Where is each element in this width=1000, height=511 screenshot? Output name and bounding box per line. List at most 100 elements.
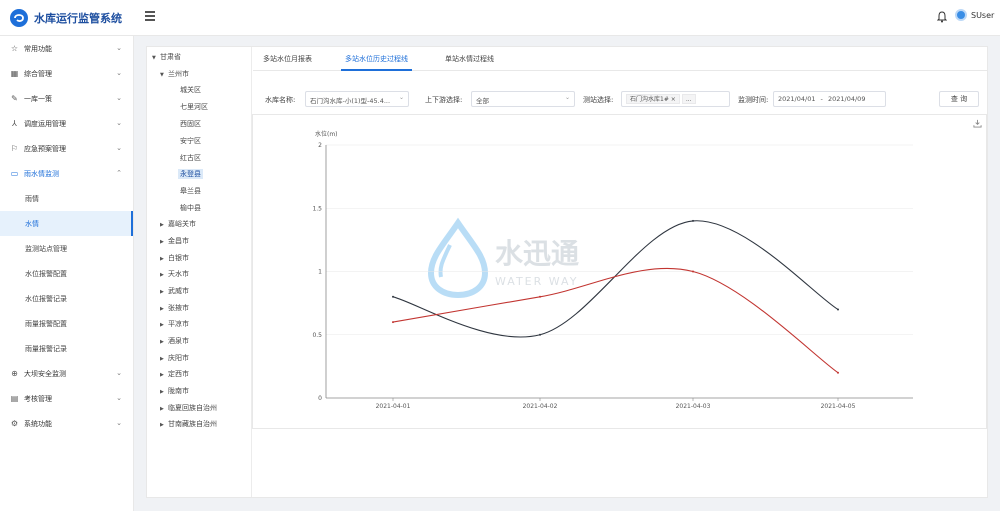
sidebar-subitem-level-alarm-config[interactable]: 水位报警配置 bbox=[0, 261, 133, 286]
station-select[interactable]: 石门沟水库1# ×... bbox=[621, 91, 730, 107]
tree-node-district[interactable]: 皋兰县 bbox=[180, 186, 201, 196]
logo[interactable]: 水库运行监管系统 bbox=[0, 0, 134, 36]
sidebar-subitem-stations[interactable]: 监测站点管理 bbox=[0, 236, 133, 261]
sidebar-item-dam-safety[interactable]: ⊕ 大坝安全监测 ⌄ bbox=[0, 361, 133, 386]
tree-node-city[interactable]: ▶ 金昌市 bbox=[160, 236, 189, 246]
station-more-tag: ... bbox=[681, 94, 696, 104]
tree-node-city[interactable]: ▶ 白银市 bbox=[160, 253, 189, 263]
caret-right-icon: ▶ bbox=[160, 272, 164, 278]
tree-node-district[interactable]: 七里河区 bbox=[180, 102, 208, 112]
date-range-picker[interactable]: 2021/04/01 - 2021/04/09 bbox=[773, 91, 886, 107]
tree-node-district[interactable]: 榆中县 bbox=[180, 203, 201, 213]
tree-node-city[interactable]: ▼ 兰州市 bbox=[160, 69, 189, 79]
chevron-down-icon: ⌄ bbox=[116, 369, 122, 377]
tree-node-district[interactable]: 西固区 bbox=[180, 119, 201, 129]
tree-node-city[interactable]: ▶ 平凉市 bbox=[160, 319, 189, 329]
tab-monthly-report[interactable]: 多站水位月报表 bbox=[263, 54, 312, 64]
caret-right-icon: ▶ bbox=[160, 306, 164, 312]
tree-node-city[interactable]: ▶ 酒泉市 bbox=[160, 336, 189, 346]
tree-node-district-selected[interactable]: 永登县 bbox=[178, 169, 203, 179]
series-line bbox=[392, 267, 839, 374]
tree-node-city[interactable]: ▶ 定西市 bbox=[160, 369, 189, 379]
x-tick-label: 2021-04-02 bbox=[523, 403, 558, 410]
tree-node-district[interactable]: 城关区 bbox=[180, 85, 201, 95]
sidebar-subitem-water[interactable]: 水情 bbox=[0, 211, 133, 236]
tree-node-label: 嘉峪关市 bbox=[168, 220, 196, 228]
tree-node-label: 兰州市 bbox=[168, 70, 189, 78]
sidebar-subitem-rain-alarm-log[interactable]: 雨量报警记录 bbox=[0, 336, 133, 361]
caret-right-icon: ▶ bbox=[160, 222, 164, 228]
sidebar-subitem-level-alarm-log[interactable]: 水位报警记录 bbox=[0, 286, 133, 311]
flag-icon: ⚐ bbox=[10, 144, 19, 153]
tree-node-province[interactable]: ▼ 甘肃省 bbox=[152, 52, 181, 62]
station-tag-label: 石门沟水库1# bbox=[630, 96, 669, 103]
caret-right-icon: ▶ bbox=[160, 372, 164, 378]
chevron-down-icon: ⌄ bbox=[116, 394, 122, 402]
sidebar-item-assessment[interactable]: ▤ 考核管理 ⌄ bbox=[0, 386, 133, 411]
series-line bbox=[392, 220, 839, 338]
tree-node-district[interactable]: 红古区 bbox=[180, 153, 201, 163]
sidebar-item-label: 监测站点管理 bbox=[25, 244, 67, 253]
logo-icon bbox=[10, 9, 28, 27]
tree-node-label: 定西市 bbox=[168, 370, 189, 378]
date-end: 2021/04/09 bbox=[827, 95, 866, 103]
tree-node-city[interactable]: ▶ 陇南市 bbox=[160, 386, 189, 396]
reservoir-select[interactable]: 石门沟水库-小(1)型-45.4... ⌄ bbox=[305, 91, 409, 107]
tree-node-label: 酒泉市 bbox=[168, 337, 189, 345]
sidebar-item-emergency[interactable]: ⚐ 应急预案管理 ⌄ bbox=[0, 136, 133, 161]
sidebar-item-label: 综合管理 bbox=[24, 69, 52, 78]
tree-node-label: 金昌市 bbox=[168, 237, 189, 245]
data-point bbox=[392, 295, 394, 298]
y-tick-label: 1.5 bbox=[312, 205, 322, 212]
tree-node-city[interactable]: ▶ 甘南藏族自治州 bbox=[160, 419, 217, 429]
sidebar-item-label: 应急预案管理 bbox=[24, 144, 66, 153]
x-tick-label: 2021-04-01 bbox=[376, 403, 411, 410]
chart-container: 水迅通 WATER WAY 水位(m) 0 0.5 1 1.5 2 2021-04-01 2… bbox=[252, 114, 987, 429]
content-card: ▼ 甘肃省 ▼ 兰州市 城关区 七里河区 西固区 安宁区 红古区 永登县 皋兰县 榆… bbox=[146, 46, 988, 498]
tab-single-station[interactable]: 单站水情过程线 bbox=[445, 54, 494, 64]
tree-node-city[interactable]: ▶ 武威市 bbox=[160, 286, 189, 296]
tree-node-city[interactable]: ▶ 临夏回族自治州 bbox=[160, 403, 217, 413]
tree-node-district[interactable]: 安宁区 bbox=[180, 136, 201, 146]
data-point bbox=[392, 321, 394, 324]
sidebar-item-policy[interactable]: ✎ 一库一策 ⌄ bbox=[0, 86, 133, 111]
gear-icon: ⚙ bbox=[10, 419, 19, 428]
caret-right-icon: ▶ bbox=[160, 339, 164, 345]
sidebar-item-general[interactable]: ▦ 综合管理 ⌄ bbox=[0, 61, 133, 86]
sidebar-item-system[interactable]: ⚙ 系统功能 ⌄ bbox=[0, 411, 133, 436]
bell-icon[interactable] bbox=[937, 11, 947, 23]
watermark-cn: 水迅通 bbox=[495, 237, 579, 270]
download-icon[interactable] bbox=[973, 119, 982, 128]
menu-collapse-icon[interactable] bbox=[145, 11, 155, 21]
sidebar-item-label: 水情 bbox=[25, 219, 39, 228]
user-menu[interactable]: SUser bbox=[955, 9, 994, 21]
tree-node-city[interactable]: ▶ 天水市 bbox=[160, 269, 189, 279]
updown-select[interactable]: 全部 ⌄ bbox=[471, 91, 575, 107]
data-point bbox=[692, 219, 694, 222]
water-level-chart: 水迅通 WATER WAY 水位(m) 0 0.5 1 1.5 2 2021-04-01 2… bbox=[312, 130, 913, 410]
sidebar-item-common[interactable]: ☆ 常用功能 ⌄ bbox=[0, 36, 133, 61]
data-point bbox=[837, 371, 839, 374]
tree-node-city[interactable]: ▶ 嘉峪关市 bbox=[160, 219, 196, 229]
edit-icon: ✎ bbox=[11, 94, 18, 103]
query-button[interactable]: 查 询 bbox=[939, 91, 979, 107]
tab-history-curve[interactable]: 多站水位历史过程线 bbox=[345, 54, 408, 64]
tree-node-city[interactable]: ▶ 张掖市 bbox=[160, 303, 189, 313]
close-icon[interactable]: × bbox=[671, 96, 676, 103]
sidebar-item-dispatch[interactable]: ⅄ 调度运用管理 ⌄ bbox=[0, 111, 133, 136]
chevron-down-icon: ⌄ bbox=[564, 94, 570, 101]
data-point bbox=[837, 308, 839, 311]
caret-right-icon: ▶ bbox=[160, 422, 164, 428]
sidebar-item-label: 考核管理 bbox=[24, 394, 52, 403]
sidebar-subitem-rain-alarm-config[interactable]: 雨量报警配置 bbox=[0, 311, 133, 336]
tree-node-label: 陇南市 bbox=[168, 387, 189, 395]
tree-node-city[interactable]: ▶ 庆阳市 bbox=[160, 353, 189, 363]
sidebar-item-label: 调度运用管理 bbox=[24, 119, 66, 128]
sidebar-item-label: 大坝安全监测 bbox=[24, 369, 66, 378]
chevron-down-icon: ⌄ bbox=[116, 44, 122, 52]
reservoir-select-value: 石门沟水库-小(1)型-45.4... bbox=[310, 97, 391, 105]
station-tag: 石门沟水库1# × bbox=[626, 94, 680, 104]
sidebar-item-rain-water[interactable]: ▭ 雨水情监测 ⌃ bbox=[0, 161, 133, 186]
grid-icon: ▦ bbox=[10, 69, 19, 78]
sidebar-subitem-rain[interactable]: 雨情 bbox=[0, 186, 133, 211]
